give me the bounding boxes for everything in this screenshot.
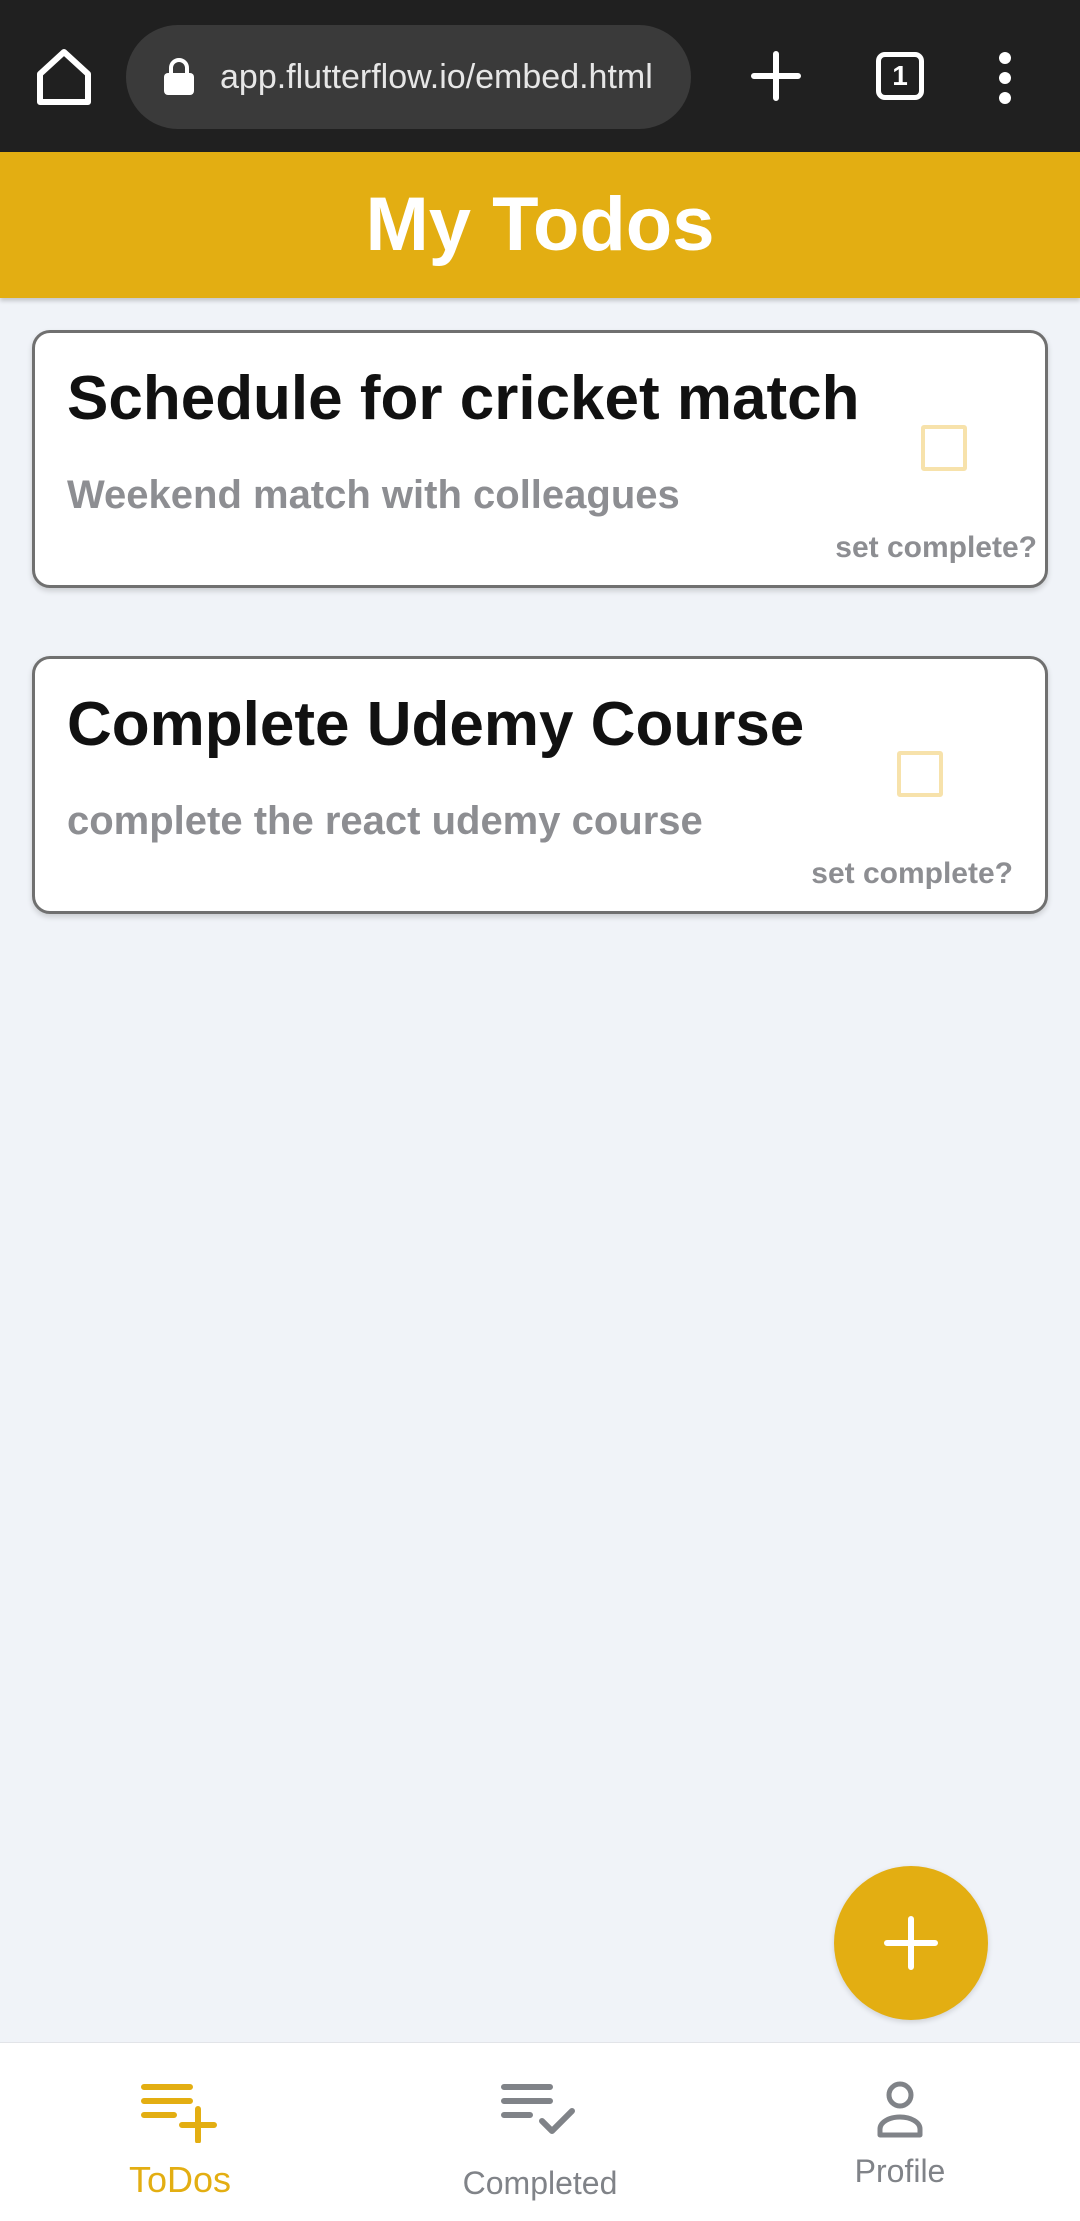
add-icon [884,1916,938,1970]
nav-item-todos[interactable]: ToDos [0,2043,360,2221]
nav-item-completed[interactable]: Completed [360,2043,720,2221]
todo-card[interactable]: Complete Udemy Course complete the react… [32,656,1048,914]
person-icon [877,2081,923,2138]
todo-card[interactable]: Schedule for cricket match Weekend match… [32,330,1048,588]
nav-label: ToDos [128,2159,232,2200]
bottom-navigation: ToDos Completed Profile [0,2042,1080,2221]
more-vert-icon [999,52,1011,104]
todo-title: Complete Udemy Course [67,690,805,759]
nav-label: Profile [854,2153,946,2189]
playlist-add-icon [141,2084,217,2143]
new-tab-button[interactable] [748,48,804,104]
complete-checkbox[interactable] [921,425,967,471]
home-button[interactable] [32,44,96,108]
browser-toolbar: app.flutterflow.io/embed.html 1 [0,0,1080,152]
lock-icon [164,58,194,95]
browser-menu-button[interactable] [988,52,1022,104]
nav-label: Completed [462,2165,618,2201]
page-title: My Todos [365,182,715,267]
url-text: app.flutterflow.io/embed.html [220,58,653,96]
playlist-check-icon [501,2084,575,2134]
app-header: My Todos [0,152,1080,298]
complete-checkbox[interactable] [897,751,943,797]
todo-title: Schedule for cricket match [67,364,860,433]
set-complete-label: set complete? [835,531,1037,564]
nav-item-profile[interactable]: Profile [720,2043,1080,2221]
tab-count: 1 [892,60,908,91]
set-complete-label: set complete? [811,857,1013,890]
add-todo-button[interactable] [834,1866,988,2020]
todo-description: complete the react udemy course [67,799,703,843]
address-bar[interactable]: app.flutterflow.io/embed.html [126,25,691,129]
home-icon [37,49,91,105]
tab-switcher-button[interactable]: 1 [876,52,924,100]
todo-description: Weekend match with colleagues [67,473,680,517]
plus-icon [751,51,801,101]
